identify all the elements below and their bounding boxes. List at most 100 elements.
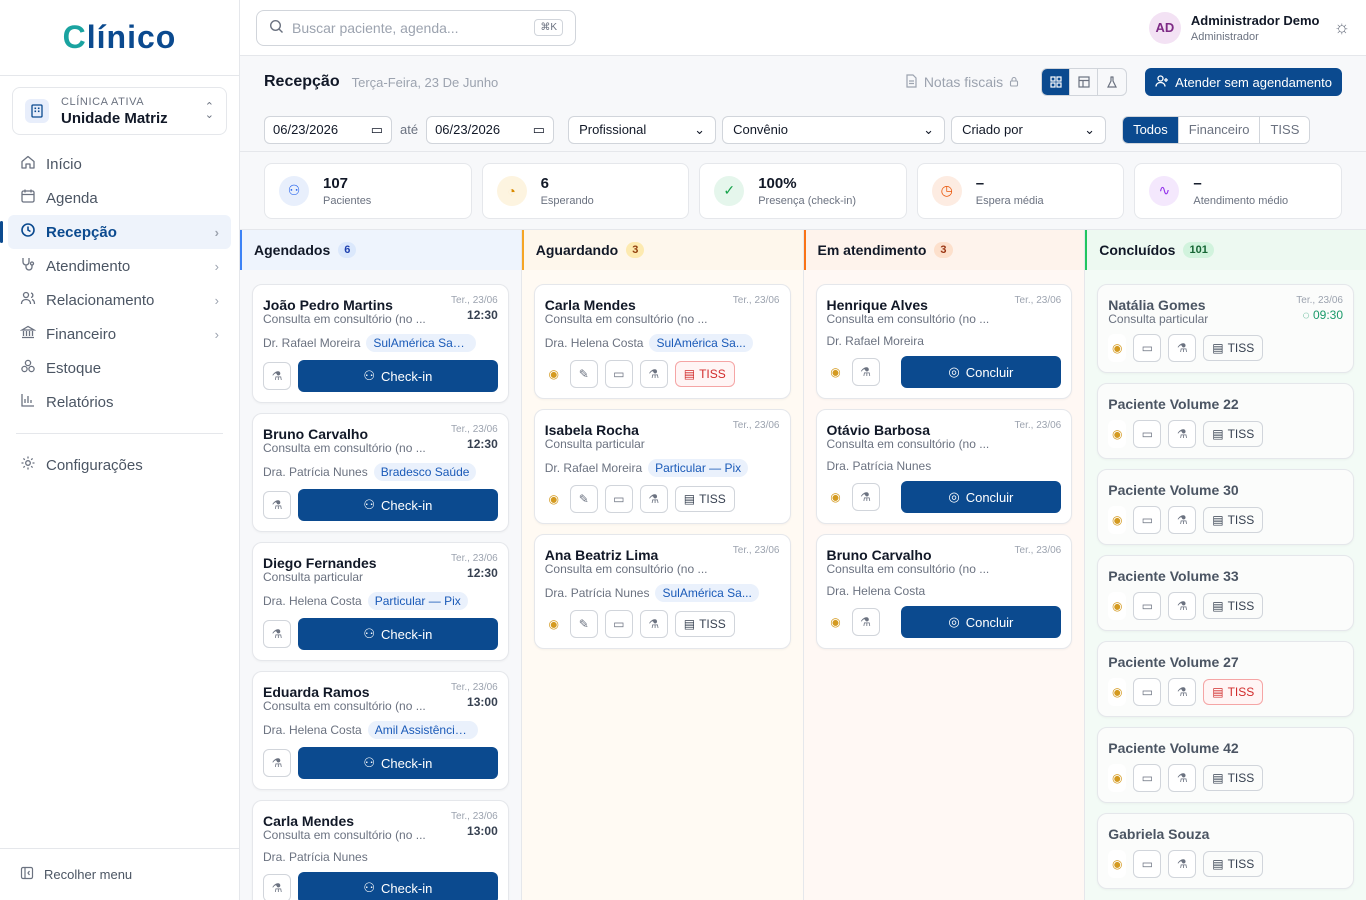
check-in-button[interactable]: ⚇ Check-in: [298, 872, 498, 900]
flask-icon[interactable]: [1098, 69, 1126, 95]
tiss-button[interactable]: ▤ TISS: [1203, 335, 1264, 361]
sidebar-item-recepcao[interactable]: Recepção ›: [0, 215, 231, 249]
patient-card[interactable]: Carla Mendes Consulta em consultório (no…: [252, 800, 509, 900]
sidebar-item-estoque[interactable]: Estoque: [8, 351, 231, 385]
concluir-button[interactable]: ◎ Concluir: [900, 481, 1062, 513]
coin-icon[interactable]: ◉: [1108, 764, 1127, 792]
criado-por-select[interactable]: Criado por ⌄: [951, 115, 1107, 144]
coin-icon[interactable]: ◉: [1108, 420, 1127, 448]
ticket-icon[interactable]: ▭: [1133, 506, 1162, 534]
pencil-icon[interactable]: ✎: [569, 485, 598, 513]
patient-card[interactable]: Paciente Volume 27 ◉ ▭ ⚗ ▤ TISS: [1097, 641, 1354, 717]
clinic-selector[interactable]: CLÍNICA ATIVA Unidade Matriz ⌃ ⌄: [12, 87, 227, 135]
microscope-icon[interactable]: ⚗: [1168, 506, 1197, 534]
search-input[interactable]: Buscar paciente, agenda... ⌘K: [256, 9, 576, 46]
sidebar-item-relacionamento[interactable]: Relacionamento ›: [8, 283, 231, 317]
table-view-icon[interactable]: [1070, 69, 1099, 95]
tiss-button[interactable]: ▤ TISS: [1203, 507, 1264, 533]
ticket-icon[interactable]: ▭: [1133, 850, 1162, 878]
ticket-icon[interactable]: ▭: [604, 360, 633, 388]
microscope-icon[interactable]: ⚗: [639, 485, 668, 513]
microscope-icon[interactable]: ⚗: [263, 620, 291, 648]
patient-card[interactable]: Ana Beatriz Lima Consulta em consultório…: [533, 534, 791, 649]
coin-icon[interactable]: ◉: [1108, 678, 1127, 706]
patient-card[interactable]: Henrique Alves Consulta em consultório (…: [815, 284, 1073, 399]
patient-card[interactable]: Isabela Rocha Consulta particular Ter., …: [533, 409, 791, 524]
concluir-button[interactable]: ◎ Concluir: [900, 606, 1062, 638]
microscope-icon[interactable]: ⚗: [851, 483, 880, 511]
segment-tiss[interactable]: TISS: [1260, 116, 1310, 143]
patient-card[interactable]: Paciente Volume 42 ◉ ▭ ⚗ ▤ TISS: [1097, 727, 1354, 803]
patient-card[interactable]: Natália Gomes Consulta particular Ter., …: [1097, 284, 1354, 373]
coin-icon[interactable]: ◉: [1108, 592, 1127, 620]
sidebar-item-atendimento[interactable]: Atendimento ›: [8, 249, 231, 283]
ticket-icon[interactable]: ▭: [1133, 678, 1162, 706]
tiss-button[interactable]: ▤ TISS: [1203, 593, 1264, 619]
tiss-button[interactable]: ▤ TISS: [1203, 421, 1264, 447]
profissional-select[interactable]: Profissional ⌄: [568, 115, 717, 144]
segment-financeiro[interactable]: Financeiro: [1178, 116, 1261, 143]
patient-card[interactable]: Otávio Barbosa Consulta em consultório (…: [815, 409, 1073, 524]
patient-card[interactable]: Eduarda Ramos Consulta em consultório (n…: [252, 671, 509, 790]
patient-card[interactable]: Bruno Carvalho Consulta em consultório (…: [252, 413, 509, 532]
ticket-icon[interactable]: ▭: [604, 610, 633, 638]
date-from-input[interactable]: 06/23/2026 ▭: [264, 115, 392, 144]
patient-card[interactable]: Paciente Volume 22 ◉ ▭ ⚗ ▤ TISS: [1097, 383, 1354, 459]
check-in-button[interactable]: ⚇ Check-in: [298, 489, 498, 521]
sidebar-item-financeiro[interactable]: Financeiro ›: [8, 317, 231, 351]
ticket-icon[interactable]: ▭: [1133, 592, 1162, 620]
microscope-icon[interactable]: ⚗: [1168, 420, 1197, 448]
collapse-menu-button[interactable]: Recolher menu: [0, 848, 239, 900]
check-in-button[interactable]: ⚇ Check-in: [298, 618, 498, 650]
patient-card[interactable]: Gabriela Souza ◉ ▭ ⚗ ▤ TISS: [1097, 813, 1354, 889]
user-menu[interactable]: AD Administrador Demo Administrador: [1148, 11, 1320, 44]
coin-icon[interactable]: ◉: [544, 610, 563, 638]
microscope-icon[interactable]: ⚗: [1168, 850, 1197, 878]
tiss-button[interactable]: ▤ TISS: [1203, 765, 1264, 791]
coin-icon[interactable]: ◉: [826, 358, 845, 386]
ticket-icon[interactable]: ▭: [604, 485, 633, 513]
sidebar-item-configuracoes[interactable]: Configurações: [8, 448, 231, 482]
ticket-icon[interactable]: ▭: [1133, 764, 1162, 792]
pencil-icon[interactable]: ✎: [569, 360, 598, 388]
kanban-view-icon[interactable]: [1042, 69, 1071, 95]
tiss-button[interactable]: ▤ TISS: [674, 361, 735, 387]
tiss-button[interactable]: ▤ TISS: [1203, 851, 1264, 877]
microscope-icon[interactable]: ⚗: [263, 749, 291, 777]
pencil-icon[interactable]: ✎: [569, 610, 598, 638]
coin-icon[interactable]: ◉: [1108, 850, 1127, 878]
coin-icon[interactable]: ◉: [826, 608, 845, 636]
microscope-icon[interactable]: ⚗: [1168, 334, 1197, 362]
tiss-button[interactable]: ▤ TISS: [674, 611, 735, 637]
concluir-button[interactable]: ◎ Concluir: [900, 356, 1062, 388]
patient-card[interactable]: Bruno Carvalho Consulta em consultório (…: [815, 534, 1073, 649]
segment-todos[interactable]: Todos: [1123, 116, 1179, 143]
microscope-icon[interactable]: ⚗: [263, 491, 291, 519]
microscope-icon[interactable]: ⚗: [851, 608, 880, 636]
microscope-icon[interactable]: ⚗: [1168, 678, 1197, 706]
coin-icon[interactable]: ◉: [544, 485, 563, 513]
sidebar-item-agenda[interactable]: Agenda: [8, 181, 231, 215]
microscope-icon[interactable]: ⚗: [1168, 592, 1197, 620]
coin-icon[interactable]: ◉: [1108, 506, 1127, 534]
microscope-icon[interactable]: ⚗: [639, 610, 668, 638]
patient-card[interactable]: Carla Mendes Consulta em consultório (no…: [533, 284, 791, 399]
microscope-icon[interactable]: ⚗: [1168, 764, 1197, 792]
ticket-icon[interactable]: ▭: [1133, 420, 1162, 448]
microscope-icon[interactable]: ⚗: [263, 874, 291, 900]
theme-toggle-sun-icon[interactable]: ☼: [1334, 17, 1351, 38]
date-to-input[interactable]: 06/23/2026 ▭: [426, 115, 555, 144]
convenio-select[interactable]: Convênio ⌄: [722, 115, 946, 144]
patient-card[interactable]: Paciente Volume 33 ◉ ▭ ⚗ ▤ TISS: [1097, 555, 1354, 631]
tiss-button[interactable]: ▤ TISS: [674, 486, 735, 512]
patient-card[interactable]: Diego Fernandes Consulta particular Ter.…: [252, 542, 509, 661]
coin-icon[interactable]: ◉: [1108, 334, 1127, 362]
walk-in-button[interactable]: Atender sem agendamento: [1145, 68, 1342, 96]
notas-fiscais-button[interactable]: Notas fiscais: [905, 73, 1019, 91]
microscope-icon[interactable]: ⚗: [851, 358, 880, 386]
sidebar-item-relatorios[interactable]: Relatórios: [8, 385, 231, 419]
coin-icon[interactable]: ◉: [544, 360, 563, 388]
patient-card[interactable]: João Pedro Martins Consulta em consultór…: [252, 284, 509, 403]
sidebar-item-inicio[interactable]: Início: [8, 147, 231, 181]
tiss-button[interactable]: ▤ TISS: [1203, 679, 1264, 705]
